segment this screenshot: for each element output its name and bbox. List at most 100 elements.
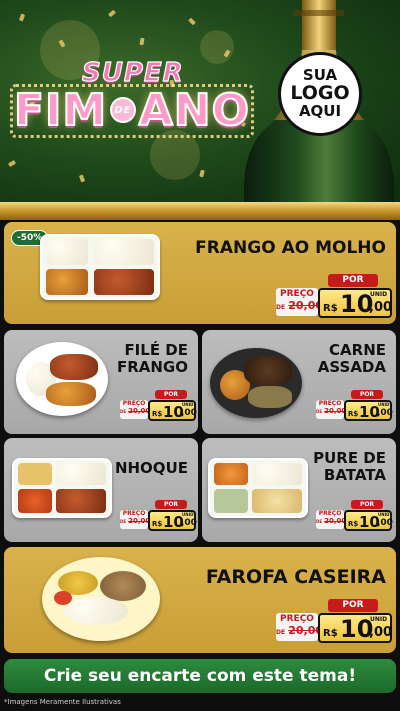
preco-label: PREÇO <box>318 510 342 517</box>
preco-label: PREÇO <box>318 400 342 407</box>
confetti <box>7 160 17 167</box>
product-card-nhoque[interactable]: NHOQUE POR PREÇO DE 20,00 R$ 10 ,00 UNID <box>4 438 198 542</box>
logo-text-line3: AQUI <box>298 101 342 120</box>
product-name-line1: FILÉ DE <box>124 341 188 359</box>
price-decimal: ,00 <box>181 518 197 528</box>
title-de: DE <box>110 97 136 123</box>
title-fim: FIM <box>13 84 108 137</box>
currency: R$ <box>323 303 338 314</box>
food-image <box>40 234 160 302</box>
de-label: DE <box>120 409 127 414</box>
por-label: POR <box>155 390 187 399</box>
por-label: POR <box>155 500 187 509</box>
old-price: PREÇO DE 20,00 <box>316 400 347 419</box>
product-name-line1: CARNE <box>329 341 386 359</box>
old-price-value: 20,00 <box>128 517 151 525</box>
product-name: FAROFA CASEIRA <box>205 566 386 588</box>
currency: R$ <box>323 628 338 639</box>
unit-label: UNID <box>370 291 388 298</box>
new-price: R$ 10 ,00 UNID <box>344 400 393 421</box>
new-price: R$ 10 ,00 UNID <box>318 613 392 643</box>
currency: R$ <box>348 520 359 528</box>
product-name: FRANGO AO MOLHO <box>195 238 386 258</box>
product-name: FILÉ DE FRANGO <box>116 341 188 377</box>
price-tag: POR PREÇO DE 20,00 R$ 10 ,00 UNID <box>276 599 392 645</box>
unit-label: UNID <box>378 512 390 517</box>
price-tag: POR PREÇO DE 20,00 R$ 10 ,00 UNID <box>120 390 197 422</box>
confetti <box>188 17 196 26</box>
product-card-frango-ao-molho[interactable]: -50% FRANGO AO MOLHO POR PREÇO DE 20,00 … <box>4 222 396 324</box>
por-label: POR <box>351 500 383 509</box>
price-decimal: ,00 <box>369 625 393 640</box>
price-decimal: ,00 <box>377 518 393 528</box>
confetti <box>139 37 145 46</box>
gold-divider <box>0 202 400 220</box>
product-name: PURE DE BATATA <box>313 449 386 485</box>
food-image <box>16 342 108 416</box>
de-label: DE <box>276 629 286 636</box>
new-price: R$ 10 ,00 UNID <box>318 288 392 318</box>
header-banner: SUA LOGO AQUI SUPER FIM DE ANO <box>0 0 400 206</box>
old-price: PREÇO DE 20,00 <box>120 400 151 419</box>
unit-label: UNID <box>182 512 194 517</box>
old-price-value: 20,00 <box>128 407 151 415</box>
product-card-pure-de-batata[interactable]: PURE DE BATATA POR PREÇO DE 20,00 R$ 10 … <box>202 438 396 542</box>
old-price-value: 20,00 <box>324 517 347 525</box>
de-label: DE <box>120 519 127 524</box>
unit-label: UNID <box>370 616 388 623</box>
new-price: R$ 10 ,00 UNID <box>148 400 197 421</box>
product-name-line2: FRANGO <box>116 358 188 377</box>
product-name: NHOQUE <box>114 459 188 477</box>
price-decimal: ,00 <box>377 408 393 418</box>
preco-label: PREÇO <box>280 289 314 299</box>
promo-title: SUPER FIM DE ANO <box>10 57 254 148</box>
old-price: PREÇO DE 20,00 <box>276 288 323 316</box>
product-card-file-de-frango[interactable]: FILÉ DE FRANGO POR PREÇO DE 20,00 R$ 10 … <box>4 330 198 434</box>
new-price: R$ 10 ,00 UNID <box>148 510 197 531</box>
logo-placeholder: SUA LOGO AQUI <box>278 52 362 136</box>
old-price: PREÇO DE 20,00 <box>316 510 347 529</box>
preco-label: PREÇO <box>280 614 314 624</box>
confetti <box>18 13 26 22</box>
title-ano: ANO <box>138 84 250 137</box>
currency: R$ <box>152 410 163 418</box>
price-tag: POR PREÇO DE 20,00 R$ 10 ,00 UNID <box>316 500 393 532</box>
price-decimal: ,00 <box>181 408 197 418</box>
currency: R$ <box>152 520 163 528</box>
por-label: POR <box>351 390 383 399</box>
product-card-carne-assada[interactable]: CARNE ASSADA POR PREÇO DE 20,00 R$ 10 ,0… <box>202 330 396 434</box>
disclaimer-footnote: *Imagens Meramente Ilustrativas <box>4 698 121 706</box>
logo-text-line2: LOGO <box>290 82 350 105</box>
de-label: DE <box>316 409 323 414</box>
de-label: DE <box>316 519 323 524</box>
old-price-value: 20,00 <box>324 407 347 415</box>
de-label: DE <box>276 304 286 311</box>
price-tag: POR PREÇO DE 20,00 R$ 10 ,00 UNID <box>120 500 197 532</box>
cta-banner[interactable]: Crie seu encarte com este tema! <box>4 659 396 693</box>
old-price: PREÇO DE 20,00 <box>276 613 323 641</box>
currency: R$ <box>348 410 359 418</box>
price-tag: POR PREÇO DE 20,00 R$ 10 ,00 UNID <box>276 274 392 320</box>
product-name: CARNE ASSADA <box>317 341 386 377</box>
preco-label: PREÇO <box>122 400 146 407</box>
product-name-line1: PURE DE <box>313 449 386 467</box>
preco-label: PREÇO <box>122 510 146 517</box>
new-price: R$ 10 ,00 UNID <box>344 510 393 531</box>
por-label: POR <box>328 274 378 287</box>
product-name-line2: BATATA <box>323 466 386 485</box>
food-image <box>208 458 308 520</box>
old-price: PREÇO DE 20,00 <box>120 510 151 529</box>
unit-label: UNID <box>182 402 194 407</box>
price-tag: POR PREÇO DE 20,00 R$ 10 ,00 UNID <box>316 390 393 422</box>
price-decimal: ,00 <box>369 300 393 315</box>
product-card-farofa-caseira[interactable]: FAROFA CASEIRA POR PREÇO DE 20,00 R$ 10 … <box>4 547 396 653</box>
unit-label: UNID <box>378 402 390 407</box>
confetti <box>199 169 205 178</box>
title-main: FIM DE ANO <box>13 84 250 137</box>
food-image <box>210 348 302 418</box>
food-image <box>12 458 112 520</box>
food-image <box>42 557 160 641</box>
product-name-line2: ASSADA <box>317 358 386 377</box>
confetti <box>108 9 116 18</box>
confetti <box>78 174 86 183</box>
